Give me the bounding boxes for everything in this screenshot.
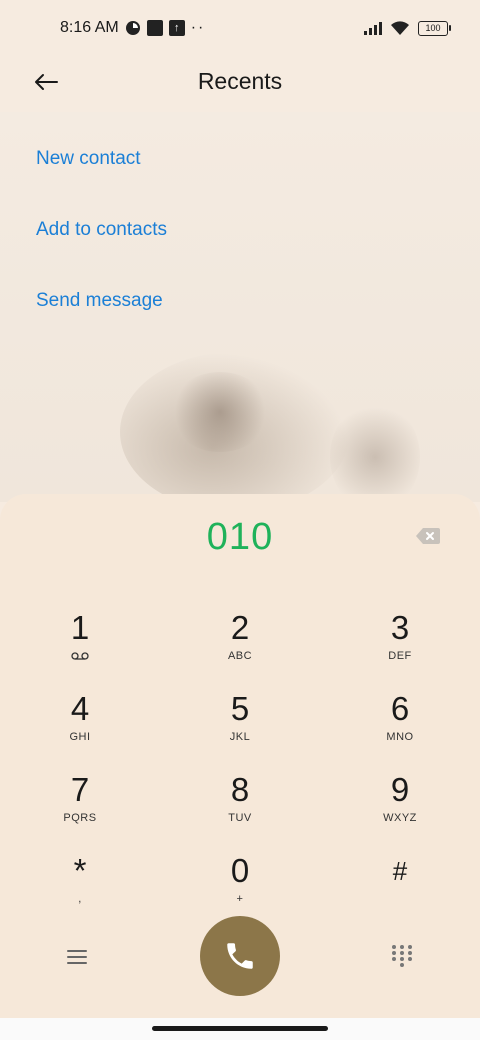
key-digit: 2: [230, 609, 250, 646]
battery-level: 100: [425, 23, 441, 33]
upload-app-icon: ↑: [168, 20, 185, 36]
key-digit: 3: [390, 609, 410, 646]
status-right: 100: [364, 20, 451, 36]
key-1[interactable]: 1: [0, 604, 160, 685]
key-digit: 1: [70, 609, 90, 646]
key-letters: GHI: [69, 731, 91, 743]
key-7[interactable]: 7 PQRS: [0, 766, 160, 847]
menu-icon[interactable]: [62, 946, 92, 968]
header: Recents: [0, 56, 480, 112]
key-3[interactable]: 3 DEF: [320, 604, 480, 685]
dialed-number[interactable]: 010: [0, 516, 480, 559]
key-letters: ABC: [227, 650, 253, 662]
key-digit: 4: [70, 690, 90, 727]
home-indicator[interactable]: [152, 1026, 328, 1031]
key-digit: 9: [390, 771, 410, 808]
wifi-icon: [391, 21, 409, 35]
key-digit: *: [73, 852, 87, 889]
signal-icon: [364, 21, 382, 35]
pie-chart-icon: [125, 21, 140, 35]
key-letters: TUV: [228, 812, 252, 824]
call-button[interactable]: [200, 916, 280, 996]
key-letters: ,: [78, 893, 82, 905]
key-letters: WXYZ: [383, 812, 417, 824]
backspace-icon[interactable]: [416, 528, 440, 544]
dialpad-toggle-icon[interactable]: [390, 944, 414, 968]
key-digit: #: [392, 856, 408, 886]
status-time: 8:16 AM: [60, 19, 119, 36]
key-8[interactable]: 8 TUV: [160, 766, 320, 847]
phone-icon: [227, 943, 253, 969]
voicemail-icon: [71, 652, 89, 660]
square-app-icon: [146, 20, 163, 36]
add-to-contacts-link[interactable]: Add to contacts: [36, 219, 167, 241]
key-letters: +: [236, 893, 244, 905]
background-artwork: New contact Add to contacts Send message: [0, 112, 480, 512]
dialpad-keys: 1 2 ABC 3 DEF 4 GHI 5 JKL 6 MNO 7 PQRS 8…: [0, 604, 480, 928]
key-digit: 7: [70, 771, 90, 808]
key-digit: 8: [230, 771, 250, 808]
more-dots-icon: ··: [190, 19, 206, 36]
key-digit: 6: [390, 690, 410, 727]
key-4[interactable]: 4 GHI: [0, 685, 160, 766]
dialpad-panel: 010 1 2 ABC 3 DEF 4 GHI 5 JKL 6 MNO 7 PQ…: [0, 494, 480, 1040]
send-message-link[interactable]: Send message: [36, 290, 163, 312]
key-digit: 0: [230, 852, 250, 889]
new-contact-link[interactable]: New contact: [36, 148, 141, 170]
key-letters: MNO: [386, 731, 414, 743]
key-2[interactable]: 2 ABC: [160, 604, 320, 685]
page-title: Recents: [197, 68, 283, 94]
status-bar: 8:16 AM ↑ ·· 100: [0, 0, 480, 56]
status-left: 8:16 AM ↑ ··: [60, 19, 205, 37]
dialer-bottom-row: [0, 916, 480, 1000]
key-5[interactable]: 5 JKL: [160, 685, 320, 766]
key-digit: 5: [230, 690, 250, 727]
key-letters: JKL: [229, 731, 251, 743]
battery-icon: 100: [418, 20, 451, 36]
key-9[interactable]: 9 WXYZ: [320, 766, 480, 847]
key-letters: PQRS: [63, 812, 97, 824]
ink-artwork-detail: [170, 372, 270, 452]
key-letters: DEF: [388, 650, 412, 662]
key-6[interactable]: 6 MNO: [320, 685, 480, 766]
